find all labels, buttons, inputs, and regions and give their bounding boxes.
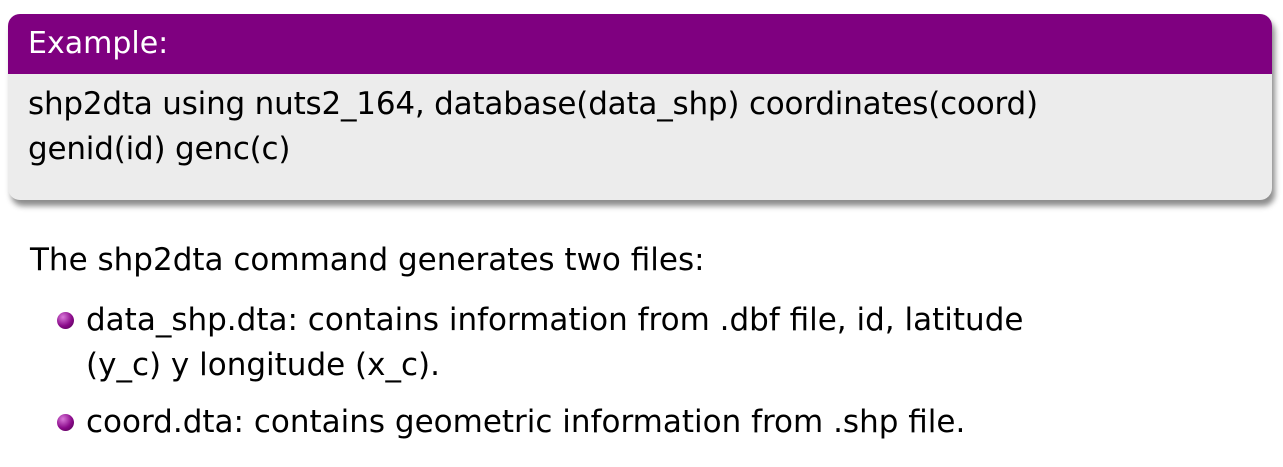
example-code-line-2: genid(id) genc(c) <box>28 131 291 167</box>
example-block: Example: shp2dta using nuts2_164, databa… <box>8 14 1272 200</box>
list-item: data_shp.dta: contains information from … <box>0 298 1283 388</box>
list-item-line-1: data_shp.dta: contains information from … <box>86 302 1024 338</box>
example-code: shp2dta using nuts2_164, database(data_s… <box>8 74 1272 172</box>
example-code-line-1: shp2dta using nuts2_164, database(data_s… <box>28 86 1038 122</box>
list-item: coord.dta: contains geometric informatio… <box>0 400 1283 445</box>
intro-text: The shp2dta command generates two files: <box>30 242 705 278</box>
list-item-line-1: coord.dta: contains geometric informatio… <box>86 404 966 440</box>
bullet-icon <box>57 414 74 431</box>
bullet-list: data_shp.dta: contains information from … <box>0 298 1283 457</box>
example-title: Example: <box>8 14 1272 74</box>
bullet-icon <box>57 312 74 329</box>
list-item-line-2: (y_c) y longitude (x_c). <box>86 347 440 383</box>
